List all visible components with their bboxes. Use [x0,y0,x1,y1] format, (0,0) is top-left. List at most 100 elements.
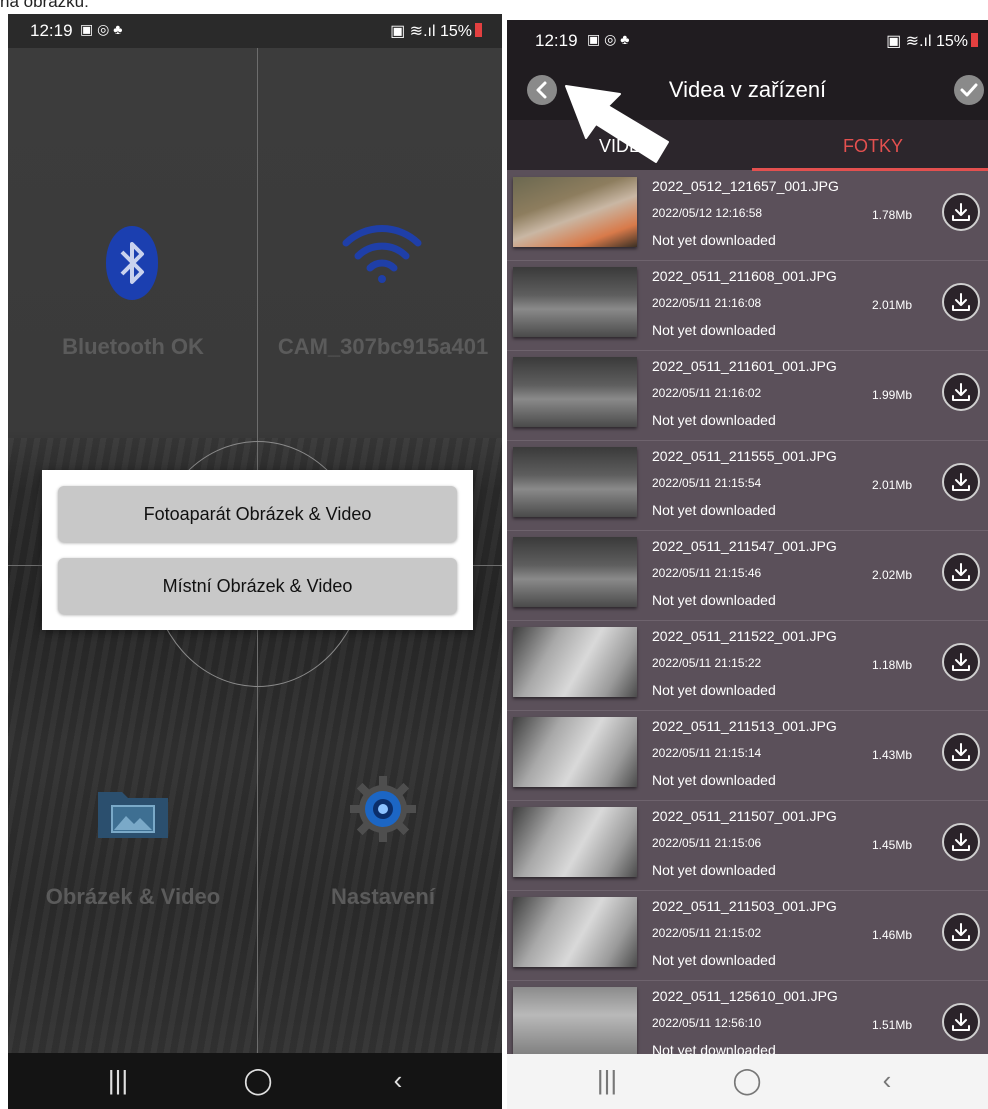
file-date: 2022/05/11 21:15:14 [652,746,762,760]
download-icon[interactable] [942,913,980,951]
file-name: 2022_0511_211522_001.JPG [652,628,837,644]
download-status: Not yet downloaded [652,322,776,338]
download-icon[interactable] [942,193,980,231]
signal-icon: ▣ ≋.ıl [886,33,936,50]
tab-fotky[interactable]: FOTKY [843,136,903,157]
photo-thumbnail[interactable] [513,717,637,787]
file-date: 2022/05/11 21:16:08 [652,296,762,310]
signal-icon: ▣ ≋.ıl [390,23,440,40]
file-date: 2022/05/12 12:16:58 [652,206,763,220]
status-bar: 12:19 ▣ ◎ ♣ ▣ ≋.ıl 15% [8,14,502,48]
bluetooth-icon[interactable] [106,226,158,300]
settings-label: Nastavení [331,884,435,909]
battery-level: 15% [935,33,968,50]
list-item[interactable]: 2022_0511_211555_001.JPG 2022/05/11 21:15… [507,441,988,531]
bluetooth-label: Bluetooth OK [62,334,204,359]
navigation-bar: ||| ◯ ‹ [8,1053,502,1109]
photo-list: 2022_0512_121657_001.JPG 2022/05/12 12:16… [507,171,988,1054]
download-status: Not yet downloaded [652,592,776,608]
file-date: 2022/05/11 21:15:22 [652,656,762,670]
list-item[interactable]: 2022_0511_211503_001.JPG 2022/05/11 21:15… [507,891,988,981]
check-icon[interactable] [954,75,984,105]
photo-thumbnail[interactable] [513,627,637,697]
list-item[interactable]: 2022_0511_211507_001.JPG 2022/05/11 21:15… [507,801,988,891]
file-size: 2.01Mb [872,478,913,492]
download-icon[interactable] [942,1003,980,1041]
file-size: 1.18Mb [872,658,913,672]
download-icon[interactable] [942,373,980,411]
photo-thumbnail[interactable] [513,357,637,427]
file-name: 2022_0512_121657_001.JPG [652,178,839,194]
download-icon[interactable] [942,643,980,681]
file-name: 2022_0511_211547_001.JPG [652,538,837,554]
download-icon[interactable] [942,823,980,861]
photo-thumbnail[interactable] [513,987,637,1054]
list-item[interactable]: 2022_0511_211608_001.JPG 2022/05/11 21:16… [507,261,988,351]
recent-apps-button[interactable]: ||| [577,1065,637,1096]
back-button[interactable]: ‹ [857,1065,917,1096]
file-date: 2022/05/11 21:15:46 [652,566,762,580]
file-name: 2022_0511_211507_001.JPG [652,808,837,824]
list-item[interactable]: 2022_0511_211601_001.JPG 2022/05/11 21:16… [507,351,988,441]
wifi-icon[interactable] [340,219,424,288]
home-button[interactable]: ◯ [717,1065,777,1096]
file-size: 2.02Mb [872,568,913,582]
download-status: Not yet downloaded [652,1042,776,1054]
download-status: Not yet downloaded [652,232,776,248]
file-size: 1.46Mb [872,928,913,942]
notification-icons: ▣ ◎ ♣ [80,21,123,37]
local-media-button[interactable]: Místní Obrázek & Video [58,558,457,614]
photo-thumbnail[interactable] [513,447,637,517]
photo-thumbnail[interactable] [513,177,637,247]
download-status: Not yet downloaded [652,502,776,518]
settings-gear-icon[interactable] [348,774,418,849]
download-status: Not yet downloaded [652,952,776,968]
photo-thumbnail[interactable] [513,897,637,967]
download-icon[interactable] [942,553,980,591]
list-item[interactable]: 2022_0511_125610_001.JPG 2022/05/11 12:56… [507,981,988,1054]
list-item[interactable]: 2022_0511_211513_001.JPG 2022/05/11 21:15… [507,711,988,801]
left-phone-screen: 12:19 ▣ ◎ ♣ ▣ ≋.ıl 15% Bluetooth OK CAM_… [8,14,502,1109]
list-item[interactable]: 2022_0512_121657_001.JPG 2022/05/12 12:16… [507,171,988,261]
list-item[interactable]: 2022_0511_211547_001.JPG 2022/05/11 21:15… [507,531,988,621]
caption-fragment: na obrázku: [0,0,89,11]
photo-thumbnail[interactable] [513,267,637,337]
navigation-bar: ||| ◯ ‹ [507,1054,988,1109]
battery-icon [971,33,978,47]
file-size: 1.99Mb [872,388,913,402]
gallery-folder-icon[interactable] [96,784,170,838]
file-name: 2022_0511_125610_001.JPG [652,988,838,1004]
file-name: 2022_0511_211513_001.JPG [652,718,837,734]
file-size: 1.45Mb [872,838,913,852]
download-status: Not yet downloaded [652,412,776,428]
right-phone-screen: 12:19 ▣ ◎ ♣ ▣ ≋.ıl 15% Videa v zařízení … [507,20,988,1109]
recent-apps-button[interactable]: ||| [88,1065,148,1096]
file-date: 2022/05/11 21:16:02 [652,386,762,400]
camera-media-button[interactable]: Fotoaparát Obrázek & Video [58,486,457,542]
gallery-label: Obrázek & Video [45,884,221,909]
list-item[interactable]: 2022_0511_211522_001.JPG 2022/05/11 21:15… [507,621,988,711]
battery-level: 15% [439,23,472,40]
file-name: 2022_0511_211608_001.JPG [652,268,837,284]
status-bar: 12:19 ▣ ◎ ♣ ▣ ≋.ıl 15% [507,20,988,58]
photo-thumbnail[interactable] [513,537,637,607]
annotation-arrow-icon [565,85,669,163]
download-icon[interactable] [942,463,980,501]
status-right: ▣ ≋.ıl 15% [390,21,482,41]
battery-icon [475,23,482,37]
download-icon[interactable] [942,733,980,771]
download-icon[interactable] [942,283,980,321]
file-name: 2022_0511_211601_001.JPG [652,358,837,374]
status-right: ▣ ≋.ıl 15% [886,31,978,51]
file-date: 2022/05/11 21:15:54 [652,476,762,490]
back-button[interactable]: ‹ [368,1065,428,1096]
file-date: 2022/05/11 21:15:02 [652,926,762,940]
photo-thumbnail[interactable] [513,807,637,877]
download-status: Not yet downloaded [652,862,776,878]
home-button[interactable]: ◯ [228,1065,288,1096]
status-time: 12:19 [535,31,578,50]
file-size: 1.51Mb [872,1018,913,1032]
file-size: 1.43Mb [872,748,913,762]
status-time: 12:19 [30,21,73,40]
wifi-network-label: CAM_307bc915a401 [277,334,489,359]
